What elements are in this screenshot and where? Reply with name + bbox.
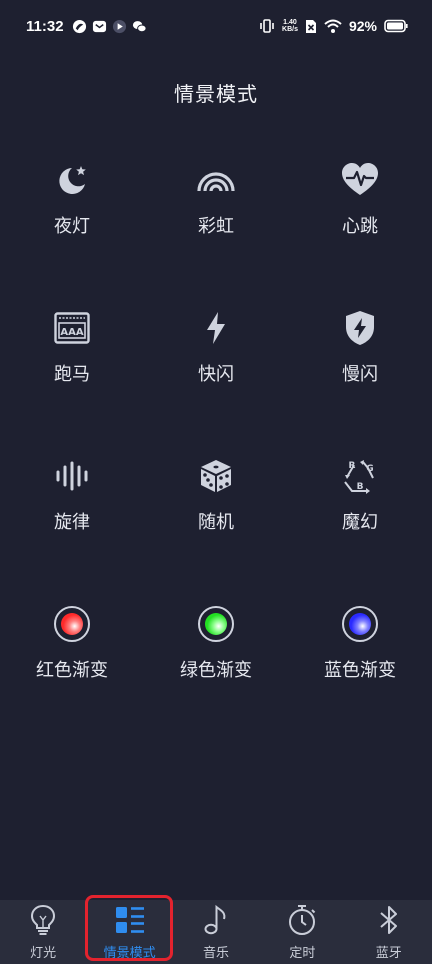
color-ring bbox=[342, 606, 378, 642]
mode-melody[interactable]: 旋律 bbox=[0, 456, 144, 566]
app-notification-icon bbox=[72, 19, 87, 34]
svg-text:B: B bbox=[357, 482, 364, 492]
notification-icons bbox=[72, 19, 147, 34]
nav-label: 蓝牙 bbox=[375, 946, 402, 961]
status-right: 1.40 KB/s 92% bbox=[259, 18, 408, 34]
shield-bolt-icon bbox=[340, 308, 380, 348]
bottom-nav: 灯光 情景模式 音乐 定时 蓝牙 bbox=[0, 900, 432, 964]
stopwatch-icon bbox=[286, 904, 318, 936]
mode-marquee[interactable]: AAA 跑马 bbox=[0, 308, 144, 418]
mode-label: 夜灯 bbox=[54, 216, 90, 237]
nav-music[interactable]: 音乐 bbox=[173, 900, 259, 964]
dice-icon bbox=[196, 456, 236, 496]
nav-label: 情景模式 bbox=[103, 946, 156, 961]
play-icon bbox=[112, 19, 127, 34]
vibrate-icon bbox=[259, 18, 275, 34]
wifi-icon bbox=[324, 19, 342, 34]
blue-gradient-icon bbox=[340, 604, 380, 644]
mode-label: 彩虹 bbox=[198, 216, 234, 237]
mode-label: 跑马 bbox=[54, 364, 90, 385]
mode-label: 快闪 bbox=[198, 364, 234, 385]
marquee-aaa-icon: AAA bbox=[52, 308, 92, 348]
page-title: 情景模式 bbox=[174, 82, 258, 106]
mode-night-light[interactable]: 夜灯 bbox=[0, 160, 144, 270]
scene-list-icon bbox=[114, 904, 146, 936]
status-bar: 11:32 1.40 KB/s 92% bbox=[0, 0, 432, 52]
status-left: 11:32 bbox=[26, 18, 147, 35]
mode-blue-gradient[interactable]: 蓝色渐变 bbox=[288, 604, 432, 714]
nav-bluetooth[interactable]: 蓝牙 bbox=[346, 900, 432, 964]
mode-magic[interactable]: RGB 魔幻 bbox=[288, 456, 432, 566]
battery-percent: 92% bbox=[348, 18, 377, 34]
heartbeat-icon bbox=[340, 160, 380, 200]
music-note-icon bbox=[200, 904, 232, 936]
mode-heartbeat[interactable]: 心跳 bbox=[288, 160, 432, 270]
mode-label: 心跳 bbox=[342, 216, 378, 237]
svg-text:AAA: AAA bbox=[60, 327, 83, 338]
mode-label: 慢闪 bbox=[342, 364, 378, 385]
red-gradient-icon bbox=[52, 604, 92, 644]
mode-label: 绿色渐变 bbox=[180, 660, 252, 681]
mode-green-gradient[interactable]: 绿色渐变 bbox=[144, 604, 288, 714]
mode-label: 随机 bbox=[198, 512, 234, 533]
mail-icon bbox=[92, 19, 107, 34]
mode-rainbow[interactable]: 彩虹 bbox=[144, 160, 288, 270]
bulb-icon bbox=[27, 904, 59, 936]
nav-scene-mode[interactable]: 情景模式 bbox=[87, 900, 173, 964]
nav-timer[interactable]: 定时 bbox=[259, 900, 345, 964]
nav-label: 灯光 bbox=[30, 946, 57, 961]
network-speed: 1.40 KB/s bbox=[282, 19, 298, 33]
status-time: 11:32 bbox=[26, 17, 64, 35]
nav-light[interactable]: 灯光 bbox=[0, 900, 86, 964]
sim-x-icon bbox=[305, 19, 317, 34]
svg-text:G: G bbox=[366, 464, 373, 474]
nav-label: 音乐 bbox=[202, 946, 229, 961]
mode-label: 红色渐变 bbox=[36, 660, 108, 681]
mode-red-gradient[interactable]: 红色渐变 bbox=[0, 604, 144, 714]
color-fill bbox=[349, 613, 371, 635]
speed-unit: KB/s bbox=[282, 26, 298, 33]
mode-slow-flash[interactable]: 慢闪 bbox=[288, 308, 432, 418]
color-ring bbox=[198, 606, 234, 642]
sound-wave-icon bbox=[52, 456, 92, 496]
color-fill bbox=[205, 613, 227, 635]
battery-icon bbox=[384, 19, 408, 33]
speed-value: 1.40 bbox=[283, 19, 297, 26]
nav-label: 定时 bbox=[289, 946, 316, 961]
rgb-cycle-icon: RGB bbox=[340, 456, 380, 496]
mode-label: 旋律 bbox=[54, 512, 90, 533]
rainbow-icon bbox=[196, 160, 236, 200]
mode-label: 魔幻 bbox=[342, 512, 378, 533]
svg-text:R: R bbox=[349, 461, 356, 471]
mode-label: 蓝色渐变 bbox=[324, 660, 396, 681]
wechat-icon bbox=[132, 19, 147, 34]
moon-star-icon bbox=[52, 160, 92, 200]
green-gradient-icon bbox=[196, 604, 236, 644]
mode-random[interactable]: 随机 bbox=[144, 456, 288, 566]
mode-fast-flash[interactable]: 快闪 bbox=[144, 308, 288, 418]
color-fill bbox=[61, 613, 83, 635]
bluetooth-icon bbox=[373, 904, 405, 936]
color-ring bbox=[54, 606, 90, 642]
lightning-icon bbox=[196, 308, 236, 348]
